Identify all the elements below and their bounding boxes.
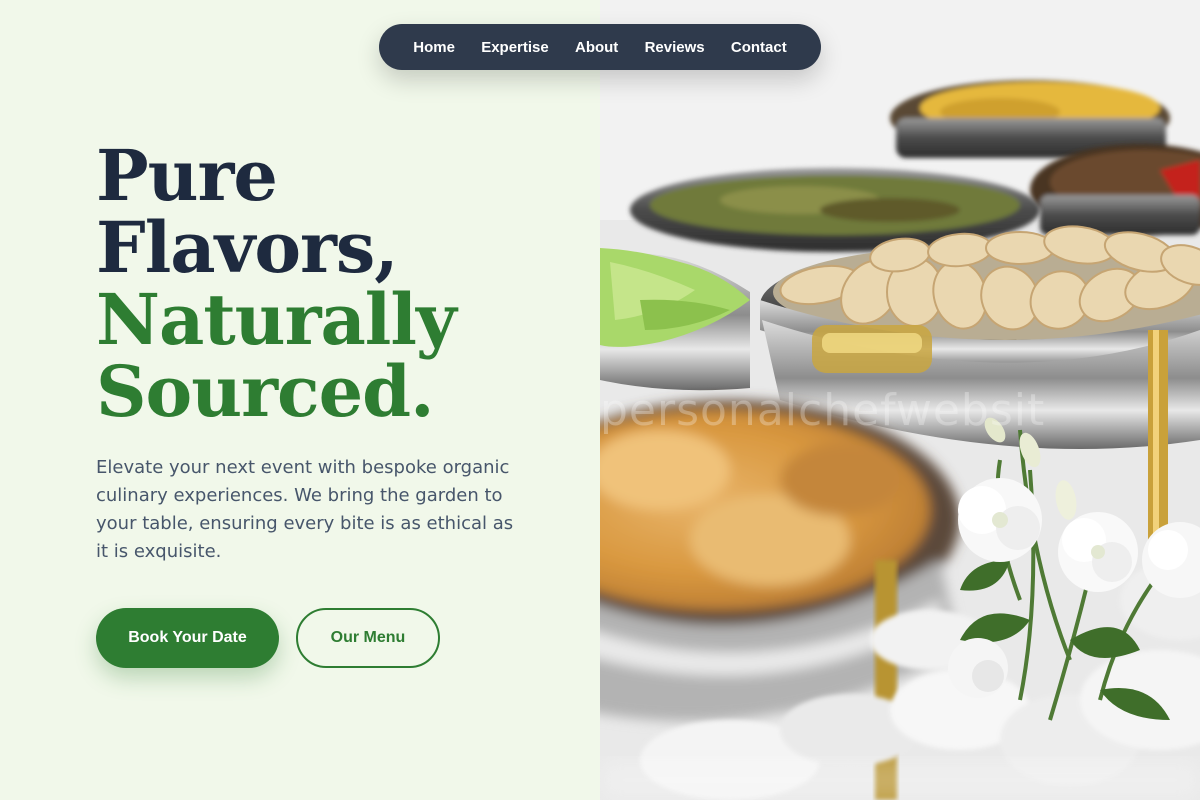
catering-photo [600,0,1200,800]
nav-link-about[interactable]: About [575,39,618,56]
book-your-date-button[interactable]: Book Your Date [96,608,279,668]
cta-row: Book Your Date Our Menu [96,608,566,668]
headline-line-flavors: Flavors, [96,206,399,289]
nav-link-reviews[interactable]: Reviews [645,39,705,56]
hero-content: Pure Flavors, Naturally Sourced. Elevate… [96,140,566,668]
hero-description: Elevate your next event with bespoke org… [96,457,514,562]
page: Pure Flavors, Naturally Sourced. Elevate… [0,0,1200,800]
our-menu-button[interactable]: Our Menu [296,608,440,668]
headline-line-naturally: Naturally [96,278,457,361]
top-navigation: Home Expertise About Reviews Contact [379,24,821,70]
headline-line-sourced: Sourced. [96,350,435,433]
hero-section: Pure Flavors, Naturally Sourced. Elevate… [0,0,600,800]
headline-line-pure: Pure [96,134,278,217]
nav-link-home[interactable]: Home [413,39,455,56]
nav-link-contact[interactable]: Contact [731,39,787,56]
catering-buffet-illustration [600,0,1200,800]
nav-link-expertise[interactable]: Expertise [481,39,549,56]
hero-headline: Pure Flavors, Naturally Sourced. [96,140,566,428]
